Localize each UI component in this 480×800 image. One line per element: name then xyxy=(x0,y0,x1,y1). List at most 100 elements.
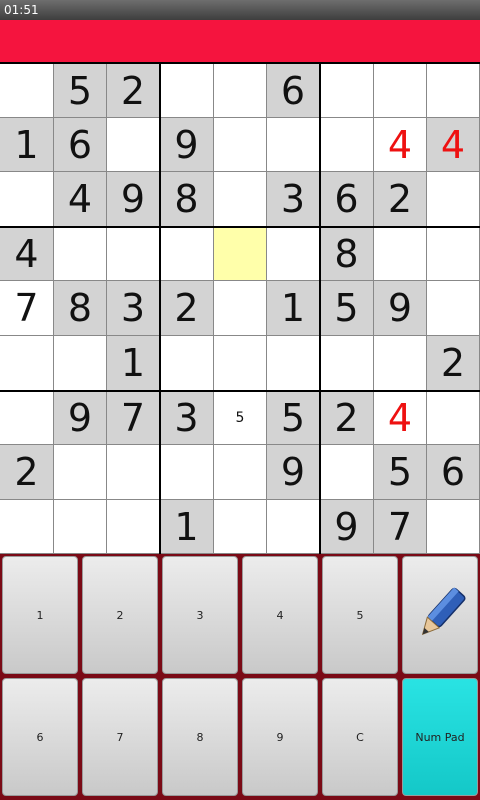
grid-cell-r9c6[interactable] xyxy=(267,500,320,554)
grid-cell-r8c3[interactable] xyxy=(107,445,160,500)
grid-cell-r4c9[interactable] xyxy=(427,227,480,281)
grid-cell-r8c2[interactable] xyxy=(54,445,107,500)
grid-cell-r6c4[interactable] xyxy=(160,336,214,391)
grid-cell-r4c1[interactable]: 4 xyxy=(0,227,54,281)
grid-cell-r1c1[interactable] xyxy=(0,64,54,118)
grid-cell-r7c3[interactable]: 7 xyxy=(107,391,160,445)
grid-cell-r5c3[interactable]: 3 xyxy=(107,281,160,336)
grid-cell-r3c8[interactable]: 2 xyxy=(374,172,427,227)
grid-cell-r9c7[interactable]: 9 xyxy=(320,500,374,554)
grid-cell-r9c1[interactable] xyxy=(0,500,54,554)
grid-cell-r5c8[interactable]: 9 xyxy=(374,281,427,336)
grid-cell-r4c3[interactable] xyxy=(107,227,160,281)
clear-key-button[interactable]: C xyxy=(322,678,398,796)
pencil-mode-button[interactable] xyxy=(402,556,478,674)
grid-cell-r9c4[interactable]: 1 xyxy=(160,500,214,554)
grid-cell-r4c6[interactable] xyxy=(267,227,320,281)
numpad-label: Num Pad xyxy=(415,730,465,744)
grid-cell-r7c8[interactable]: 4 xyxy=(374,391,427,445)
grid-cell-r7c4[interactable]: 3 xyxy=(160,391,214,445)
grid-cell-r1c8[interactable] xyxy=(374,64,427,118)
grid-cell-r2c3[interactable] xyxy=(107,118,160,172)
grid-cell-r5c6[interactable]: 1 xyxy=(267,281,320,336)
grid-cell-r7c1[interactable] xyxy=(0,391,54,445)
grid-cell-r1c6[interactable]: 6 xyxy=(267,64,320,118)
key-label: 1 xyxy=(36,608,44,622)
box-divider-horizontal xyxy=(0,390,480,392)
grid-cell-r4c7[interactable]: 8 xyxy=(320,227,374,281)
grid-cell-r3c5[interactable] xyxy=(214,172,267,227)
grid-cell-r6c9[interactable]: 2 xyxy=(427,336,480,391)
grid-cell-r1c2[interactable]: 5 xyxy=(54,64,107,118)
grid-cell-r1c4[interactable] xyxy=(160,64,214,118)
grid-cell-r8c6[interactable]: 9 xyxy=(267,445,320,500)
grid-cell-r3c3[interactable]: 9 xyxy=(107,172,160,227)
grid-cell-r3c1[interactable] xyxy=(0,172,54,227)
grid-cell-r9c2[interactable] xyxy=(54,500,107,554)
number-key-6[interactable]: 6 xyxy=(2,678,78,796)
grid-cell-r7c6[interactable]: 5 xyxy=(267,391,320,445)
grid-cell-r2c9[interactable]: 4 xyxy=(427,118,480,172)
grid-cell-r8c9[interactable]: 6 xyxy=(427,445,480,500)
grid-cell-r9c3[interactable] xyxy=(107,500,160,554)
grid-cell-r8c1[interactable]: 2 xyxy=(0,445,54,500)
number-key-5[interactable]: 5 xyxy=(322,556,398,674)
number-key-3[interactable]: 3 xyxy=(162,556,238,674)
grid-cell-r6c6[interactable] xyxy=(267,336,320,391)
key-label: 3 xyxy=(196,608,204,622)
grid-cell-r4c4[interactable] xyxy=(160,227,214,281)
grid-cell-r2c4[interactable]: 9 xyxy=(160,118,214,172)
grid-cell-r4c8[interactable] xyxy=(374,227,427,281)
grid-cell-r3c7[interactable]: 6 xyxy=(320,172,374,227)
grid-cell-r1c5[interactable] xyxy=(214,64,267,118)
grid-cell-r6c1[interactable] xyxy=(0,336,54,391)
grid-cell-r2c5[interactable] xyxy=(214,118,267,172)
grid-cell-r6c8[interactable] xyxy=(374,336,427,391)
grid-cell-r5c9[interactable] xyxy=(427,281,480,336)
numpad-toggle-button[interactable]: Num Pad xyxy=(402,678,478,796)
grid-cell-r1c3[interactable]: 2 xyxy=(107,64,160,118)
grid-cell-r5c7[interactable]: 5 xyxy=(320,281,374,336)
grid-cell-r7c5[interactable]: 5 xyxy=(214,391,267,445)
box-divider-vertical xyxy=(319,64,321,554)
grid-cell-r2c2[interactable]: 6 xyxy=(54,118,107,172)
number-key-8[interactable]: 8 xyxy=(162,678,238,796)
grid-cell-r2c1[interactable]: 1 xyxy=(0,118,54,172)
grid-cell-r8c4[interactable] xyxy=(160,445,214,500)
grid-cell-r1c9[interactable] xyxy=(427,64,480,118)
grid-cell-r6c3[interactable]: 1 xyxy=(107,336,160,391)
grid-cell-r2c8[interactable]: 4 xyxy=(374,118,427,172)
key-label: 4 xyxy=(276,608,284,622)
grid-cell-r8c8[interactable]: 5 xyxy=(374,445,427,500)
grid-cell-r5c2[interactable]: 8 xyxy=(54,281,107,336)
number-key-2[interactable]: 2 xyxy=(82,556,158,674)
grid-cell-r8c7[interactable] xyxy=(320,445,374,500)
number-key-9[interactable]: 9 xyxy=(242,678,318,796)
grid-cell-r4c5[interactable] xyxy=(214,227,267,281)
grid-cell-r7c9[interactable] xyxy=(427,391,480,445)
grid-cell-r2c7[interactable] xyxy=(320,118,374,172)
key-label: C xyxy=(356,730,364,744)
grid-cell-r6c2[interactable] xyxy=(54,336,107,391)
grid-cell-r9c5[interactable] xyxy=(214,500,267,554)
grid-cell-r4c2[interactable] xyxy=(54,227,107,281)
number-key-7[interactable]: 7 xyxy=(82,678,158,796)
grid-cell-r9c8[interactable]: 7 xyxy=(374,500,427,554)
grid-cell-r6c7[interactable] xyxy=(320,336,374,391)
grid-cell-r2c6[interactable] xyxy=(267,118,320,172)
grid-cell-r5c5[interactable] xyxy=(214,281,267,336)
grid-cell-r6c5[interactable] xyxy=(214,336,267,391)
grid-cell-r5c1[interactable]: 7 xyxy=(0,281,54,336)
grid-cell-r7c2[interactable]: 9 xyxy=(54,391,107,445)
grid-cell-r7c7[interactable]: 2 xyxy=(320,391,374,445)
grid-cell-r1c7[interactable] xyxy=(320,64,374,118)
grid-cell-r5c4[interactable]: 2 xyxy=(160,281,214,336)
grid-cell-r3c6[interactable]: 3 xyxy=(267,172,320,227)
grid-cell-r9c9[interactable] xyxy=(427,500,480,554)
number-key-1[interactable]: 1 xyxy=(2,556,78,674)
number-key-4[interactable]: 4 xyxy=(242,556,318,674)
grid-cell-r8c5[interactable] xyxy=(214,445,267,500)
grid-cell-r3c2[interactable]: 4 xyxy=(54,172,107,227)
grid-cell-r3c4[interactable]: 8 xyxy=(160,172,214,227)
grid-cell-r3c9[interactable] xyxy=(427,172,480,227)
